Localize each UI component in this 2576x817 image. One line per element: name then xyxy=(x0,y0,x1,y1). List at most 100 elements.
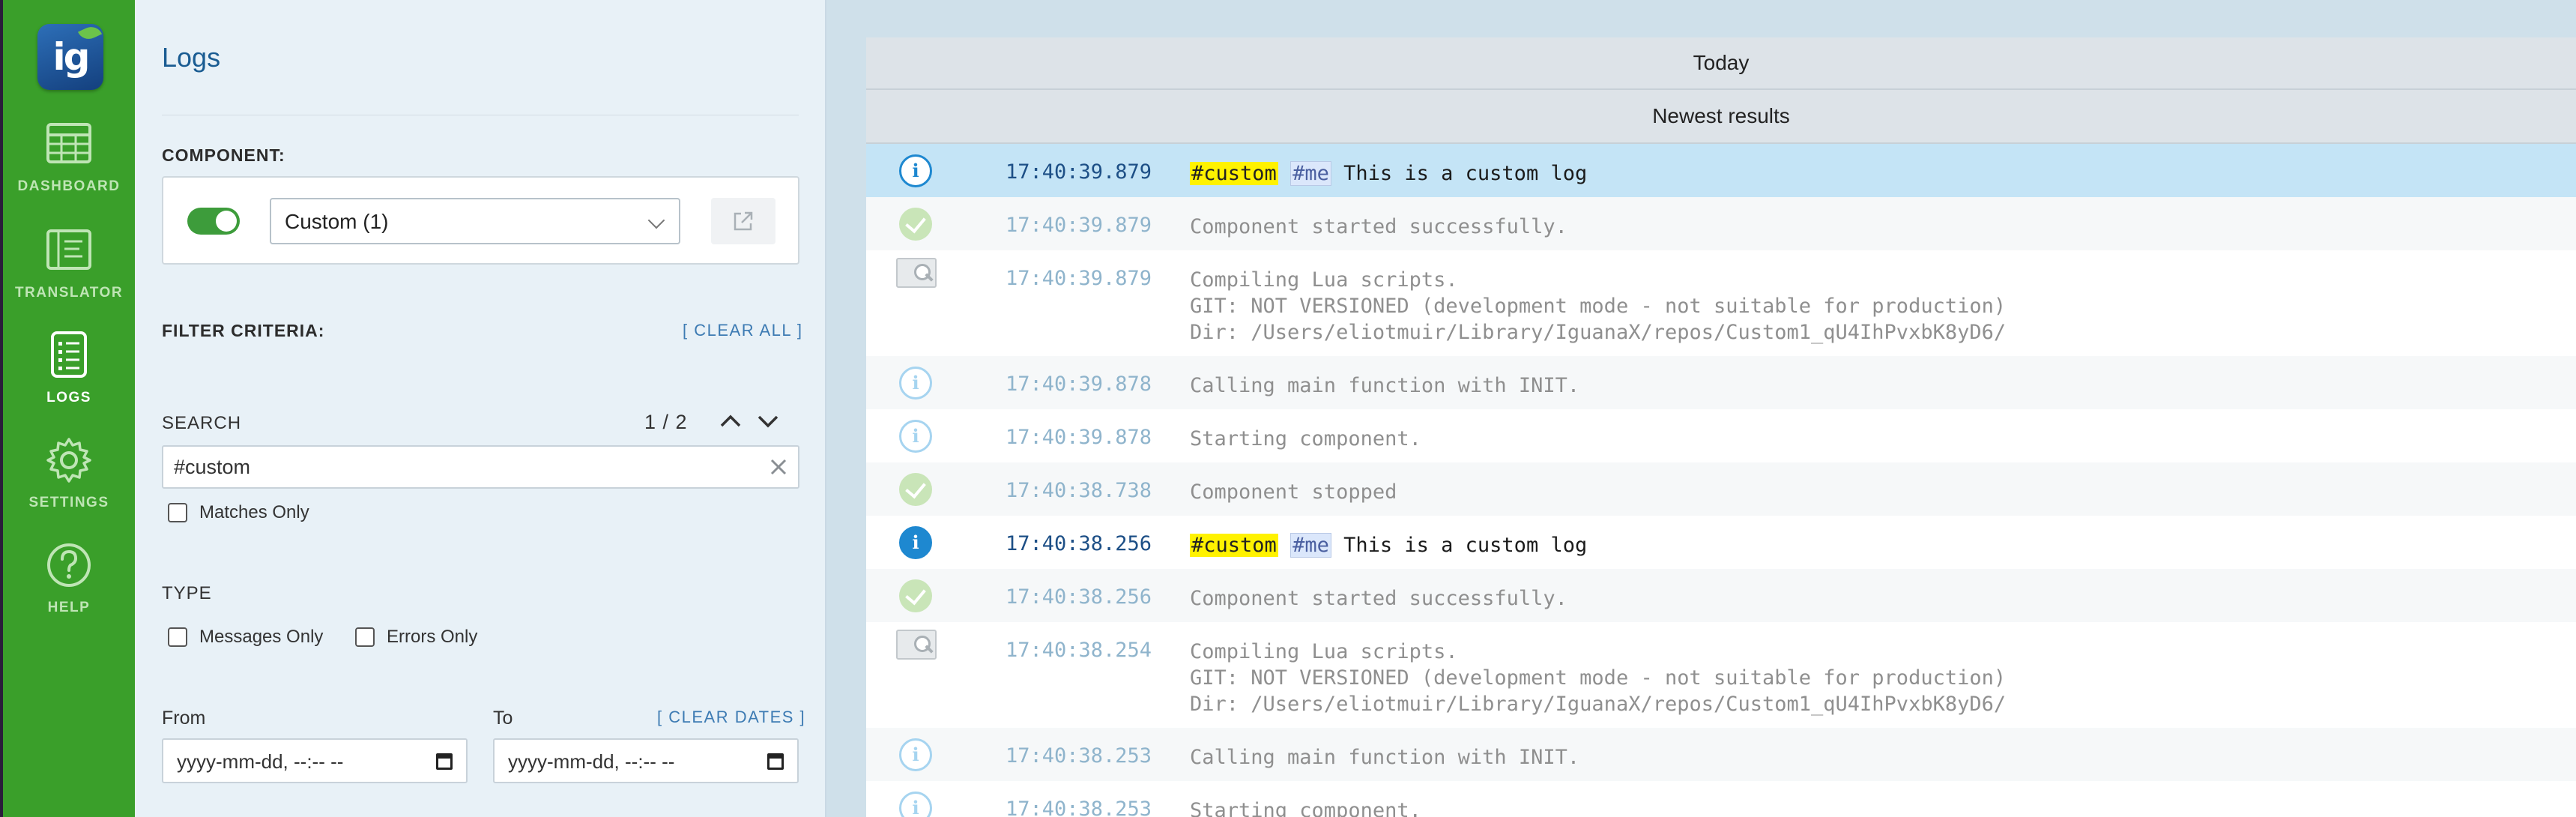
log-message: Starting component. xyxy=(1190,799,1421,817)
component-toggle[interactable] xyxy=(187,208,240,235)
nav-logs[interactable]: LOGS xyxy=(3,331,135,421)
log-type-icon-wrap xyxy=(896,523,935,562)
log-type-icon-wrap xyxy=(896,576,935,615)
log-row[interactable]: 17:40:39.879 Component started successful… xyxy=(866,197,2576,250)
success-check-icon xyxy=(899,473,932,506)
next-match-icon[interactable] xyxy=(753,406,783,436)
log-timestamp: 17:40:39.879 xyxy=(1006,267,1152,290)
info-icon xyxy=(899,420,932,453)
page-title: Logs xyxy=(162,42,221,73)
component-label: COMPONENT: xyxy=(162,145,285,165)
component-select[interactable]: Custom (1) xyxy=(270,198,680,244)
to-date-input[interactable]: yyyy-mm-dd, --:-- -- xyxy=(493,738,799,783)
info-icon xyxy=(899,367,932,400)
nav-help[interactable]: HELP xyxy=(3,541,135,631)
log-tag: #me xyxy=(1290,533,1331,558)
log-type-icon-wrap xyxy=(896,258,937,297)
nav-dashboard[interactable]: DASHBOARD xyxy=(3,120,135,210)
chevron-down-icon xyxy=(647,211,665,229)
search-match-count: 1 / 2 xyxy=(644,411,688,433)
log-message: Starting component. xyxy=(1190,427,1421,450)
external-link-icon xyxy=(734,211,753,231)
calendar-icon[interactable] xyxy=(436,753,453,770)
search-input[interactable]: #custom xyxy=(162,445,799,489)
log-timestamp: 17:40:38.738 xyxy=(1006,479,1152,502)
translator-icon xyxy=(46,229,91,270)
log-timestamp: 17:40:39.879 xyxy=(1006,214,1152,237)
previous-match-icon[interactable] xyxy=(716,406,746,436)
clear-dates-button[interactable]: [ CLEAR DATES ] xyxy=(657,708,805,727)
log-tag: #me xyxy=(1290,161,1331,186)
nav-translator[interactable]: TRANSLATOR xyxy=(3,226,135,316)
log-row[interactable]: 17:40:38.254 Compiling Lua scripts. GIT: … xyxy=(866,622,2576,728)
log-row[interactable]: 17:40:38.253 Calling main function with I… xyxy=(866,728,2576,781)
log-timestamp: 17:40:39.878 xyxy=(1006,426,1152,449)
calendar-icon[interactable] xyxy=(767,753,784,770)
log-timestamp: 17:40:39.879 xyxy=(1006,160,1152,184)
log-type-icon-wrap xyxy=(896,417,935,456)
log-row[interactable]: 17:40:38.253 Starting component. xyxy=(866,781,2576,817)
log-timestamp: 17:40:38.256 xyxy=(1006,585,1152,609)
log-timestamp: 17:40:38.253 xyxy=(1006,798,1152,817)
log-message: Component started successfully. xyxy=(1190,215,1567,238)
log-row[interactable]: 17:40:39.879 #custom #me This is a custom… xyxy=(866,144,2576,197)
success-check-icon xyxy=(899,579,932,612)
debug-magnifier-icon xyxy=(896,630,937,660)
log-type-icon-wrap xyxy=(896,789,935,817)
nav-help-label: HELP xyxy=(47,600,91,615)
log-viewer: Today Newest results 17:40:39.879 #custom… xyxy=(866,37,2576,817)
errors-only-label: Errors Only xyxy=(387,627,478,647)
log-row[interactable]: 17:40:39.878 Calling main function with I… xyxy=(866,356,2576,409)
log-timestamp: 17:40:38.256 xyxy=(1006,532,1152,555)
log-message: Compiling Lua scripts. GIT: NOT VERSIONE… xyxy=(1190,640,2007,716)
log-message: #custom #me This is a custom log xyxy=(1190,516,1587,569)
log-row[interactable]: 17:40:38.256 #custom #me This is a custom… xyxy=(866,516,2576,569)
logo-text: ig xyxy=(52,35,91,79)
log-message: Compiling Lua scripts. GIT: NOT VERSIONE… xyxy=(1190,268,2007,344)
gear-icon xyxy=(46,438,91,483)
log-timestamp: 17:40:39.878 xyxy=(1006,373,1152,396)
checkbox-box[interactable] xyxy=(355,627,375,647)
iguana-logo[interactable]: ig xyxy=(37,22,103,90)
log-type-icon-wrap xyxy=(896,205,935,244)
log-row[interactable]: 17:40:38.738 Component stopped xyxy=(866,462,2576,516)
log-message: Calling main function with INIT. xyxy=(1190,374,1580,397)
close-icon[interactable] xyxy=(767,456,790,478)
nav-settings[interactable]: SETTINGS xyxy=(3,436,135,526)
component-selected-value: Custom (1) xyxy=(285,210,389,233)
info-icon xyxy=(899,526,932,559)
to-date-placeholder: yyyy-mm-dd, --:-- -- xyxy=(508,750,675,773)
question-icon xyxy=(47,543,91,587)
log-message-text: This is a custom log xyxy=(1343,162,1588,185)
errors-only-checkbox[interactable]: Errors Only xyxy=(355,627,477,648)
log-type-icon-wrap xyxy=(896,364,935,403)
open-component-button[interactable] xyxy=(711,198,775,244)
from-date-input[interactable]: yyyy-mm-dd, --:-- -- xyxy=(162,738,468,783)
matches-only-checkbox[interactable]: Matches Only xyxy=(168,502,309,523)
log-message-text: This is a custom log xyxy=(1343,534,1588,557)
newest-results-header[interactable]: Newest results xyxy=(866,90,2576,144)
dashboard-grid-icon xyxy=(46,123,91,163)
nav-rail: ig DASHBOARD TRANSLATOR LOGS SETTINGS HE… xyxy=(0,0,135,817)
logs-list-icon xyxy=(51,331,87,378)
type-label: TYPE xyxy=(162,583,212,603)
log-row[interactable]: 17:40:38.256 Component started successful… xyxy=(866,569,2576,622)
checkbox-box[interactable] xyxy=(168,627,187,647)
search-highlight: #custom xyxy=(1190,534,1278,557)
log-message: Component started successfully. xyxy=(1190,587,1567,610)
search-highlight: #custom xyxy=(1190,162,1278,185)
nav-translator-label: TRANSLATOR xyxy=(14,285,124,301)
component-box: Custom (1) xyxy=(162,176,799,265)
nav-settings-label: SETTINGS xyxy=(28,495,109,510)
from-label: From xyxy=(162,708,206,729)
checkbox-box[interactable] xyxy=(168,503,187,522)
log-row[interactable]: 17:40:39.879 Compiling Lua scripts. GIT: … xyxy=(866,250,2576,356)
info-icon xyxy=(899,154,932,187)
from-date-placeholder: yyyy-mm-dd, --:-- -- xyxy=(177,750,344,773)
log-row[interactable]: 17:40:39.878 Starting component. xyxy=(866,409,2576,462)
info-icon xyxy=(899,738,932,771)
log-list: 17:40:39.879 #custom #me This is a custom… xyxy=(866,144,2576,817)
log-timestamp: 17:40:38.254 xyxy=(1006,639,1152,662)
clear-all-button[interactable]: [ CLEAR ALL ] xyxy=(683,321,803,340)
messages-only-checkbox[interactable]: Messages Only xyxy=(168,627,323,648)
